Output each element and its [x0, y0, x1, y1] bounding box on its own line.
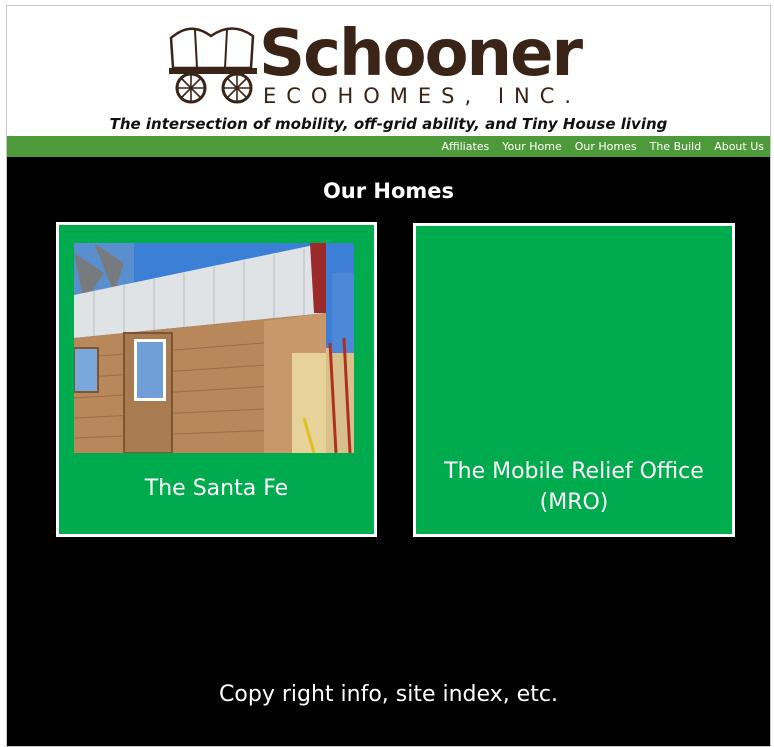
logo-subtitle: ECOHOMES, INC.: [263, 84, 582, 108]
page: Schooner ECOHOMES, INC. The intersection…: [6, 5, 771, 747]
nav-item-about-us[interactable]: About Us: [714, 140, 764, 153]
card-label-mro[interactable]: The Mobile Relief Office (MRO): [416, 456, 732, 518]
page-title: Our Homes: [322, 179, 455, 203]
card-label-mro-line2: (MRO): [539, 490, 609, 515]
nav-item-your-home[interactable]: Your Home: [502, 140, 561, 153]
nav-item-our-homes[interactable]: Our Homes: [575, 140, 637, 153]
tagline: The intersection of mobility, off-grid a…: [109, 115, 668, 133]
covered-wagon-logo-icon: [169, 27, 257, 104]
nav-item-affiliates[interactable]: Affiliates: [441, 140, 489, 153]
santa-fe-house-photo[interactable]: [74, 243, 354, 453]
home-card-santa-fe[interactable]: The Santa Fe: [56, 222, 377, 537]
nav-bar: Affiliates Your Home Our Homes The Build…: [7, 136, 770, 157]
footer-text: Copy right info, site index, etc.: [219, 682, 558, 707]
card-label-santa-fe[interactable]: The Santa Fe: [59, 473, 374, 504]
site-header: Schooner ECOHOMES, INC. The intersection…: [7, 6, 770, 136]
logo-wordmark: Schooner: [259, 17, 583, 91]
home-card-mro[interactable]: The Mobile Relief Office (MRO): [413, 223, 735, 537]
main-content: Our Homes The Santa Fe The Mobile Relief…: [7, 157, 770, 746]
nav-item-the-build[interactable]: The Build: [650, 140, 702, 153]
card-label-mro-line1: The Mobile Relief Office: [444, 459, 704, 484]
